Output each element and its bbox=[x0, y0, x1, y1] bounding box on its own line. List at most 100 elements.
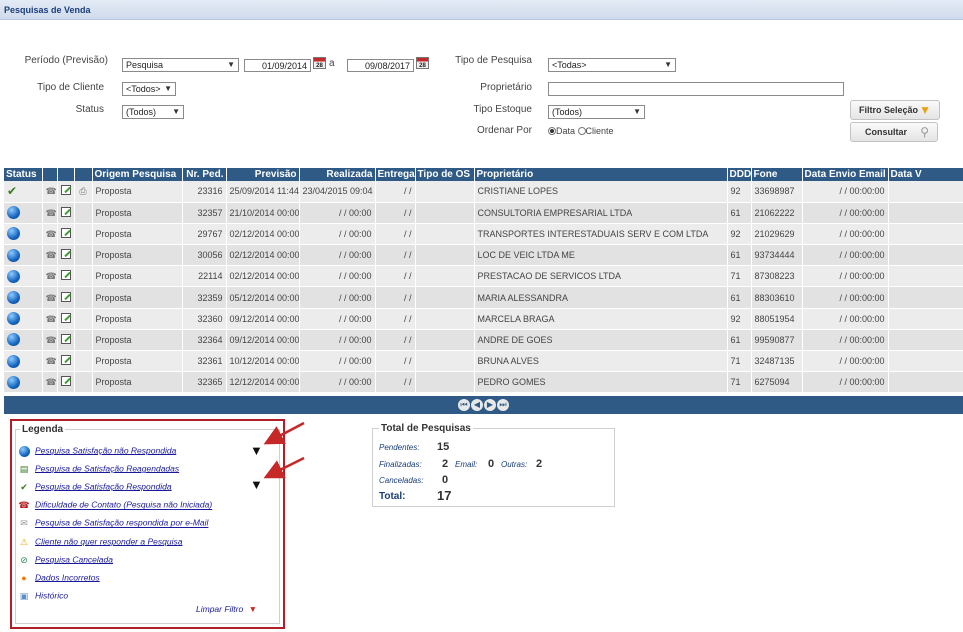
table-row[interactable]: ☎ Proposta 32357 21/10/2014 00:00/ / 00:00/… bbox=[4, 202, 963, 224]
periodo-label: Período (Previsão) bbox=[24, 55, 108, 66]
limpar-filtro-link[interactable]: Limpar Filtro ▼ bbox=[196, 604, 257, 614]
phone-icon[interactable]: ☎ bbox=[46, 229, 57, 239]
tipo-estoque-select[interactable]: (Todos) ▼ bbox=[548, 105, 645, 119]
status-select[interactable]: (Todos) ▼ bbox=[122, 105, 184, 119]
legend-item[interactable]: ☎ Dificuldade de Contato (Pesquisa não In… bbox=[18, 499, 212, 511]
table-row[interactable]: ✔ ☎ ⎙ Proposta 23316 25/09/2014 11:44 23/04/20… bbox=[4, 181, 963, 203]
phone-icon[interactable]: ☎ bbox=[46, 356, 57, 366]
phone-icon[interactable]: ☎ bbox=[46, 250, 57, 260]
col-header-previsao[interactable]: Previsão bbox=[226, 168, 300, 181]
data-v-cell bbox=[888, 265, 963, 288]
phone-icon[interactable]: ☎ bbox=[46, 335, 57, 345]
entrega-cell: / / bbox=[375, 244, 416, 267]
blue-circle-icon bbox=[18, 445, 30, 458]
col-header-fone[interactable]: Fone bbox=[751, 168, 803, 181]
phone-icon[interactable]: ☎ bbox=[46, 377, 57, 387]
fone-cell: 6275094 bbox=[751, 371, 803, 394]
col-header-data-v[interactable]: Data V bbox=[888, 168, 963, 181]
fone-cell: 88303610 bbox=[751, 286, 803, 309]
entrega-cell: / / bbox=[375, 202, 416, 224]
col-header-status[interactable]: Status bbox=[4, 168, 43, 181]
col-header-data-envio[interactable]: Data Envio Email bbox=[802, 168, 889, 181]
col-header-proprietario[interactable]: Proprietário bbox=[474, 168, 728, 181]
edit-icon[interactable] bbox=[60, 291, 71, 302]
legend-item[interactable]: ● Dados Incorretos bbox=[18, 572, 99, 584]
legend-item[interactable]: ⚠ Cliente não quer responder a Pesquisa bbox=[18, 536, 182, 548]
phone-icon[interactable]: ☎ bbox=[46, 293, 57, 303]
phone-icon[interactable]: ☎ bbox=[46, 208, 57, 218]
edit-icon[interactable] bbox=[60, 206, 71, 217]
consultar-button[interactable]: Consultar ⚲ bbox=[850, 122, 938, 142]
col-header-entrega[interactable]: Entrega bbox=[375, 168, 416, 181]
col-header-realizada[interactable]: Realizada bbox=[299, 168, 376, 181]
edit-icon[interactable] bbox=[60, 312, 71, 323]
action-cell bbox=[57, 244, 75, 267]
nr-ped-cell: 32357 bbox=[182, 202, 227, 224]
phone-icon[interactable]: ☎ bbox=[46, 314, 57, 324]
radio-data[interactable] bbox=[548, 127, 556, 135]
table-header-row: Status Origem Pesquisa Nr. Ped. Previsão… bbox=[4, 168, 963, 181]
data-envio-cell: / / 00:00:00 bbox=[802, 244, 889, 267]
tipo-pesquisa-select[interactable]: <Todas> ▼ bbox=[548, 58, 676, 72]
table-row[interactable]: ☎ Proposta 22114 02/12/2014 00:00/ / 00:00/… bbox=[4, 265, 963, 288]
tipo-cliente-select[interactable]: <Todos> ▼ bbox=[122, 82, 176, 96]
radio-cliente[interactable] bbox=[577, 127, 586, 135]
edit-icon[interactable] bbox=[60, 376, 71, 387]
legend-panel: Legenda Pesquisa Satisfação não Respondi… bbox=[10, 419, 285, 629]
canceladas-label: Canceladas: bbox=[379, 476, 424, 485]
col-header-nr-ped[interactable]: Nr. Ped. bbox=[182, 168, 227, 181]
edit-icon[interactable] bbox=[60, 355, 71, 366]
calendar-icon[interactable]: 28 bbox=[313, 57, 326, 69]
phone-icon[interactable]: ☎ bbox=[46, 186, 57, 196]
status-cell bbox=[4, 371, 43, 394]
phone-icon[interactable]: ☎ bbox=[46, 271, 57, 281]
date-to-input[interactable]: 09/08/2017 bbox=[347, 59, 414, 72]
table-row[interactable]: ☎ Proposta 30056 02/12/2014 00:00/ / 00:00/… bbox=[4, 244, 963, 267]
data-v-cell bbox=[888, 329, 963, 352]
legend-item[interactable]: ▤ Pesquisa de Satisfação Reagendadas bbox=[18, 463, 179, 475]
edit-icon[interactable] bbox=[60, 185, 71, 196]
blue-circle-icon bbox=[7, 333, 20, 347]
legend-item[interactable]: ✔ Pesquisa de Satisfação Respondida bbox=[18, 481, 171, 493]
last-page-icon[interactable]: ⏭ bbox=[497, 399, 509, 411]
table-row[interactable]: ☎ Proposta 29767 02/12/2014 00:00/ / 00:00/… bbox=[4, 223, 963, 246]
first-page-icon[interactable]: ⏮ bbox=[458, 399, 470, 411]
periodo-select[interactable]: Pesquisa ▼ bbox=[122, 58, 239, 72]
action-cell bbox=[57, 350, 75, 373]
table-row[interactable]: ☎ Proposta 32361 10/12/2014 00:00/ / 00:00/… bbox=[4, 350, 963, 373]
proprietario-input[interactable] bbox=[548, 82, 844, 96]
col-header-tipo-os[interactable]: Tipo de OS bbox=[415, 168, 475, 181]
funnel-icon[interactable]: ▼ bbox=[250, 477, 263, 492]
previsao-cell: 09/12/2014 00:00 bbox=[226, 329, 300, 352]
table-row[interactable]: ☎ Proposta 32360 09/12/2014 00:00/ / 00:00/… bbox=[4, 308, 963, 330]
edit-icon[interactable] bbox=[60, 249, 71, 260]
print-icon[interactable]: ⎙ bbox=[78, 186, 88, 196]
cancel-icon: ⊘ bbox=[20, 554, 28, 565]
legend-item[interactable]: ▣ Histórico bbox=[18, 590, 68, 602]
action-cell bbox=[74, 265, 93, 288]
table-row[interactable]: ☎ Proposta 32365 12/12/2014 00:00/ / 00:00/… bbox=[4, 371, 963, 394]
legend-item[interactable]: Pesquisa Satisfação não Respondida bbox=[18, 445, 176, 458]
prev-page-icon[interactable]: ◀ bbox=[471, 399, 483, 411]
action-cell: ☎ bbox=[42, 181, 58, 203]
realizada-cell: / / 00:00 bbox=[299, 308, 376, 330]
table-row[interactable]: ☎ Proposta 32364 09/12/2014 00:00/ / 00:00/… bbox=[4, 329, 963, 352]
filtro-selecao-button[interactable]: Filtro Seleção ▼ bbox=[850, 100, 940, 120]
col-header-ddd[interactable]: DDD bbox=[727, 168, 752, 181]
legend-item[interactable]: ⊘ Pesquisa Cancelada bbox=[18, 554, 113, 566]
proprietario-cell: CRISTIANE LOPES bbox=[474, 181, 728, 203]
action-cell bbox=[57, 371, 75, 394]
next-page-icon[interactable]: ▶ bbox=[484, 399, 496, 411]
chevron-down-icon: ▼ bbox=[227, 60, 235, 69]
legend-item-label: Dificuldade de Contato (Pesquisa não Ini… bbox=[35, 499, 213, 510]
table-row[interactable]: ☎ Proposta 32359 05/12/2014 00:00/ / 00:00/… bbox=[4, 286, 963, 309]
entrega-cell: / / bbox=[375, 329, 416, 352]
col-header-origem[interactable]: Origem Pesquisa bbox=[92, 168, 183, 181]
legend-item[interactable]: ✉ Pesquisa de Satisfação respondida por e… bbox=[18, 517, 208, 529]
edit-icon[interactable] bbox=[60, 227, 71, 238]
edit-icon[interactable] bbox=[60, 333, 71, 344]
edit-icon[interactable] bbox=[60, 270, 71, 281]
action-cell bbox=[74, 223, 93, 246]
date-from-input[interactable]: 01/09/2014 bbox=[244, 59, 311, 72]
funnel-icon[interactable]: ▼ bbox=[250, 443, 263, 458]
